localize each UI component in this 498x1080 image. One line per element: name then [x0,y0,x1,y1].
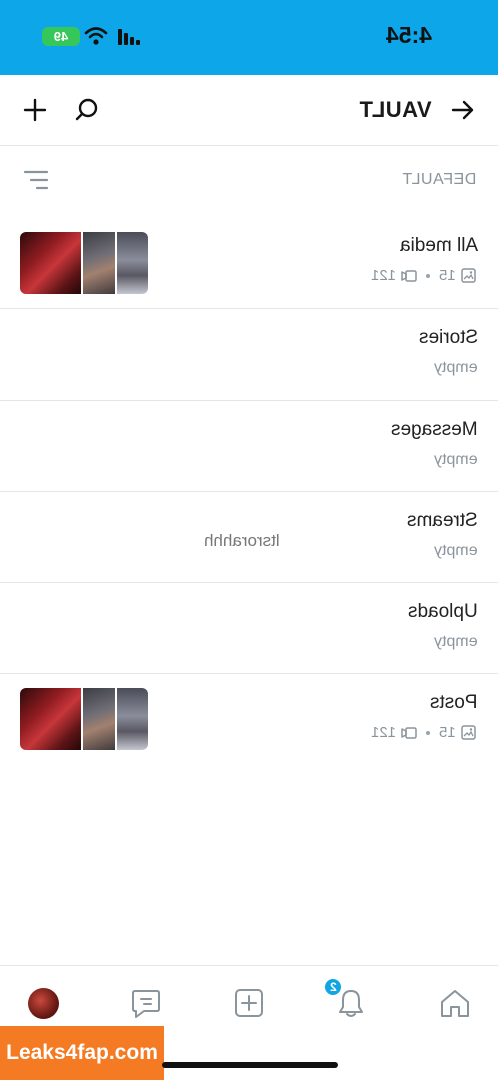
photo-icon [461,268,476,283]
photo-icon [461,725,476,740]
add-button[interactable] [20,95,50,125]
avatar [27,987,59,1019]
add-post-icon [235,989,263,1017]
list-title: Messages [391,419,478,440]
list-title: Stories [418,327,478,348]
thumbnail-image [82,232,116,294]
list-item-stories[interactable]: Stories empty [0,309,498,401]
video-icon [401,726,418,739]
page-title: VAULT [359,97,432,122]
list-subtitle: empty [434,359,478,376]
list-extra-text: ltsrorahhh [204,531,280,550]
list-item-all-media[interactable]: All media 121 15 [0,216,498,309]
battery-indicator: 49 [42,27,80,46]
list-title: All media [399,235,478,256]
search-icon [75,98,98,121]
media-thumbnails [20,232,148,294]
search-button[interactable] [72,95,102,125]
separator-dot [426,730,431,735]
video-count: 121 [371,724,397,741]
messages-icon [132,990,160,1018]
video-count: 121 [371,267,397,284]
photo-count: 15 [439,724,456,741]
home-icon [441,990,469,1017]
list-title: Streams [407,510,478,531]
watermark: Leaks4fap.com [0,1026,164,1080]
media-counts: 121 15 [371,724,476,741]
wifi-icon [84,27,108,45]
nav-add-post[interactable] [230,984,268,1022]
thumbnail-image [20,688,81,750]
sort-lines-icon[interactable] [22,168,50,192]
photo-count: 15 [439,267,456,284]
thumbnail-image [82,688,116,750]
list-title: Uploads [408,601,478,622]
list-item-messages[interactable]: Messages empty [0,401,498,492]
thumbnail-image [117,232,148,294]
nav-profile[interactable] [24,984,62,1022]
back-button[interactable] [448,95,478,125]
status-time: 4:54 [385,22,432,48]
signal-icon [118,29,140,45]
arrow-right-icon [451,100,474,120]
separator-dot [426,273,431,278]
filter-row: DEFAULT [0,146,498,216]
battery-level: 49 [53,29,69,44]
status-bar: 49 4:54 [0,0,498,75]
media-counts: 121 15 [371,267,476,284]
list-subtitle: empty [434,451,478,468]
list-item-posts[interactable]: Posts 121 15 [0,674,498,766]
list-item-uploads[interactable]: Uploads empty [0,583,498,674]
home-indicator [162,1062,338,1068]
filter-label[interactable]: DEFAULT [402,171,476,189]
thumbnail-image [117,688,148,750]
notification-badge: 2 [323,977,343,997]
thumbnail-image [20,232,81,294]
media-thumbnails [20,688,148,750]
list-subtitle: empty [434,633,478,650]
plus-icon [23,98,47,122]
video-icon [401,269,418,282]
list-title: Posts [430,692,478,713]
notification-count: 2 [329,980,337,994]
list-subtitle: empty [434,542,478,559]
nav-home[interactable] [436,984,474,1022]
list-item-streams[interactable]: Streams ltsrorahhh empty [0,492,498,583]
nav-messages[interactable] [127,984,165,1022]
header: VAULT [0,75,498,146]
